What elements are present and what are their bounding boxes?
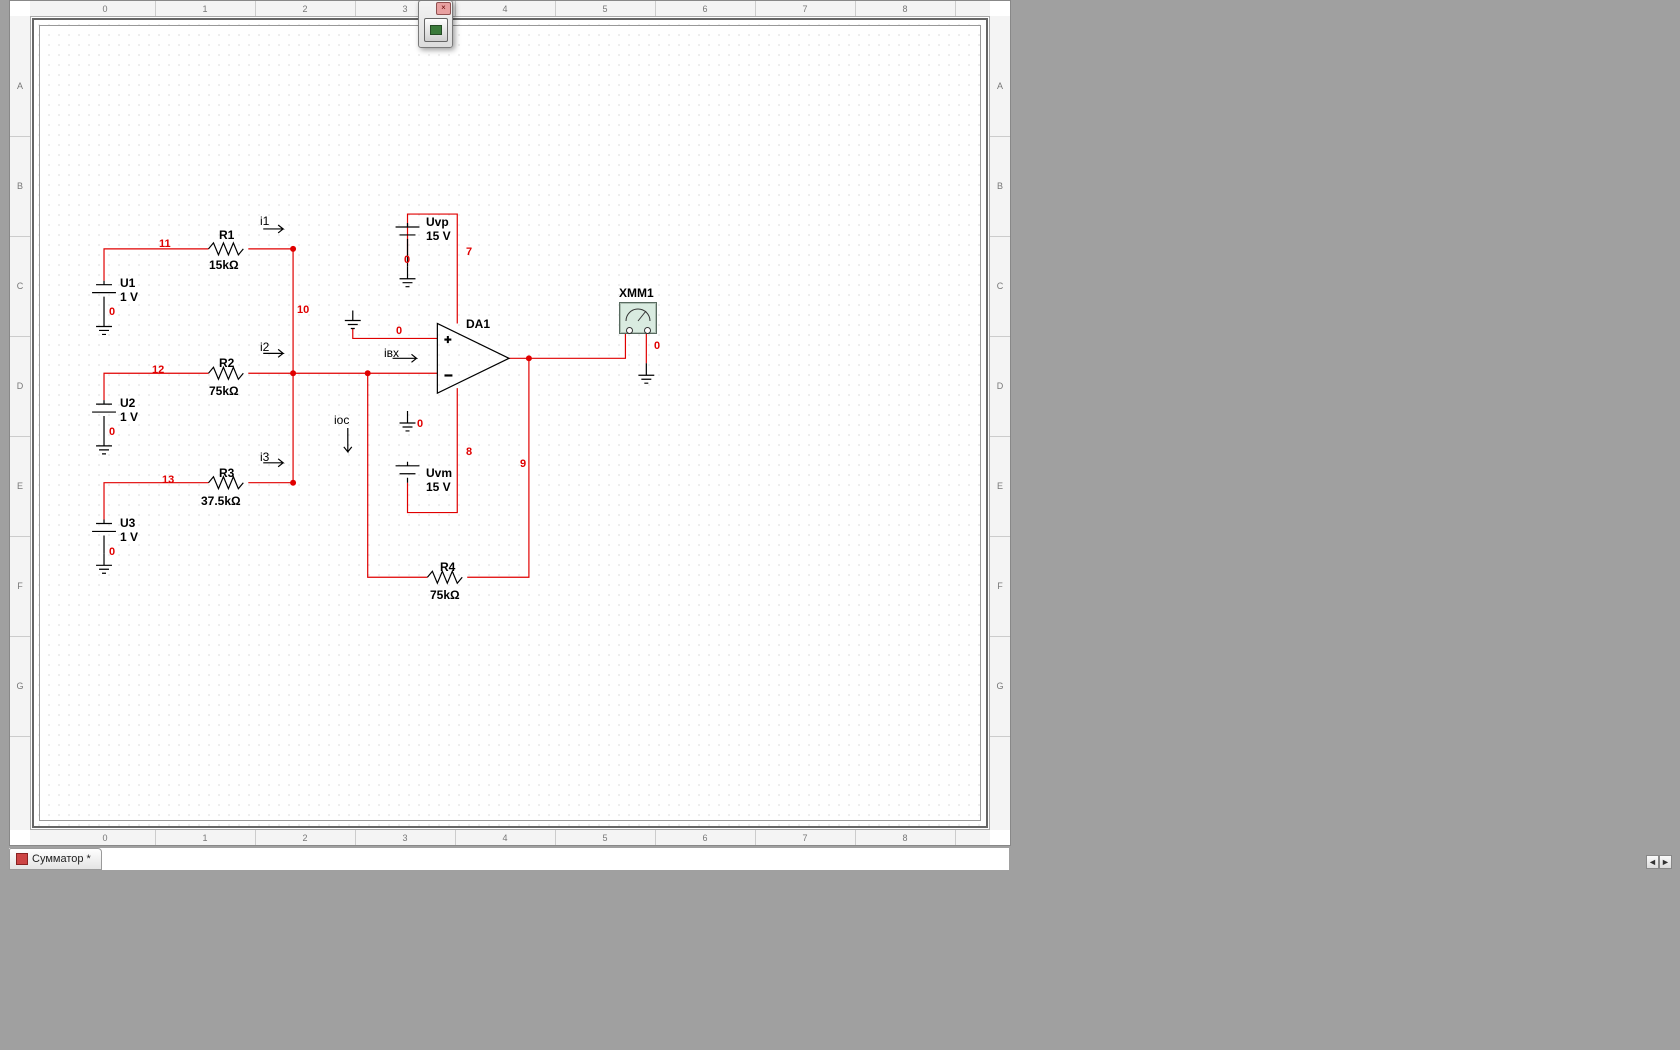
source-u3 bbox=[92, 520, 116, 554]
svg-text:+: + bbox=[444, 332, 451, 346]
ruler-row-Br: B bbox=[990, 136, 1010, 237]
ruler-row-Cr: C bbox=[990, 236, 1010, 337]
ruler-col-1: 1 bbox=[155, 1, 256, 16]
ruler-row-Gr: G bbox=[990, 636, 1010, 737]
ruler-col-b5: 5 bbox=[555, 830, 656, 845]
instrument-xmm1[interactable] bbox=[619, 302, 657, 334]
xmm1-term-minus[interactable] bbox=[644, 327, 651, 334]
empty-area-right bbox=[1010, 0, 1680, 846]
drawing-sheet[interactable]: + − bbox=[32, 18, 988, 828]
ruler-col-b8: 8 bbox=[855, 830, 956, 845]
xmm1-term-plus[interactable] bbox=[626, 327, 633, 334]
arrow-ivx bbox=[393, 354, 417, 362]
floating-toolbar[interactable]: × bbox=[418, 0, 453, 48]
svg-text:−: − bbox=[444, 367, 452, 383]
document-tab[interactable]: Сумматор * bbox=[9, 848, 102, 870]
ruler-col-5: 5 bbox=[555, 1, 656, 16]
ruler-col-4: 4 bbox=[455, 1, 556, 16]
schematic-svg: + − bbox=[34, 20, 986, 826]
resistor-r4 bbox=[427, 571, 462, 583]
document-icon bbox=[16, 853, 28, 865]
ruler-col-b0: 0 bbox=[55, 830, 156, 845]
ruler-bottom: 0 1 2 3 4 5 6 7 8 bbox=[30, 829, 990, 845]
toolbar-close-button[interactable]: × bbox=[436, 2, 451, 15]
ruler-col-6: 6 bbox=[655, 1, 756, 16]
ruler-row-Ar: A bbox=[990, 36, 1010, 137]
ruler-row-B: B bbox=[10, 136, 30, 237]
ground-icon bbox=[96, 315, 112, 335]
ruler-row-A: A bbox=[10, 36, 30, 137]
ruler-row-E: E bbox=[10, 436, 30, 537]
ruler-top: 0 1 2 3 4 5 6 7 8 bbox=[30, 1, 990, 17]
document-tab-label: Сумматор * bbox=[32, 853, 91, 865]
document-tab-bar: Сумматор * bbox=[9, 848, 1009, 870]
arrow-i1 bbox=[263, 225, 283, 233]
tab-scroll-arrows: ◄ ► bbox=[1646, 855, 1672, 869]
ruler-col-b4: 4 bbox=[455, 830, 556, 845]
schematic-canvas[interactable]: 0 1 2 3 4 5 6 7 8 0 1 2 3 4 5 6 7 8 A B … bbox=[9, 0, 1011, 846]
ruler-col-b1: 1 bbox=[155, 830, 256, 845]
arrow-ioc bbox=[344, 428, 352, 452]
ruler-row-Er: E bbox=[990, 436, 1010, 537]
resistor-r3 bbox=[208, 477, 243, 489]
ruler-row-Dr: D bbox=[990, 336, 1010, 437]
tab-scroll-right[interactable]: ► bbox=[1659, 855, 1672, 869]
ruler-right: A B C D E F G bbox=[989, 16, 1010, 830]
app-root: 0 1 2 3 4 5 6 7 8 0 1 2 3 4 5 6 7 8 A B … bbox=[0, 0, 1680, 1050]
ruler-col-0: 0 bbox=[55, 1, 156, 16]
ruler-row-Fr: F bbox=[990, 536, 1010, 637]
source-u1 bbox=[92, 281, 116, 315]
ruler-col-b6: 6 bbox=[655, 830, 756, 845]
ruler-col-7: 7 bbox=[755, 1, 856, 16]
ruler-col-b3: 3 bbox=[355, 830, 456, 845]
ruler-left: A B C D E F G bbox=[10, 16, 31, 830]
arrow-i2 bbox=[263, 349, 283, 357]
resistor-r2 bbox=[208, 367, 243, 379]
resistor-r1 bbox=[208, 243, 243, 255]
ruler-row-F: F bbox=[10, 536, 30, 637]
toolbar-simulate-button[interactable] bbox=[424, 18, 448, 42]
opamp-da1: + − bbox=[437, 323, 509, 393]
arrow-i3 bbox=[263, 459, 283, 467]
ruler-row-D: D bbox=[10, 336, 30, 437]
source-u2 bbox=[92, 400, 116, 434]
ruler-row-G: G bbox=[10, 636, 30, 737]
ruler-col-b7: 7 bbox=[755, 830, 856, 845]
empty-area-lower bbox=[9, 867, 1680, 1050]
ruler-col-2: 2 bbox=[255, 1, 356, 16]
source-uvm bbox=[396, 462, 420, 483]
tab-scroll-left[interactable]: ◄ bbox=[1646, 855, 1659, 869]
ruler-row-C: C bbox=[10, 236, 30, 337]
ruler-col-8: 8 bbox=[855, 1, 956, 16]
ruler-col-b2: 2 bbox=[255, 830, 356, 845]
